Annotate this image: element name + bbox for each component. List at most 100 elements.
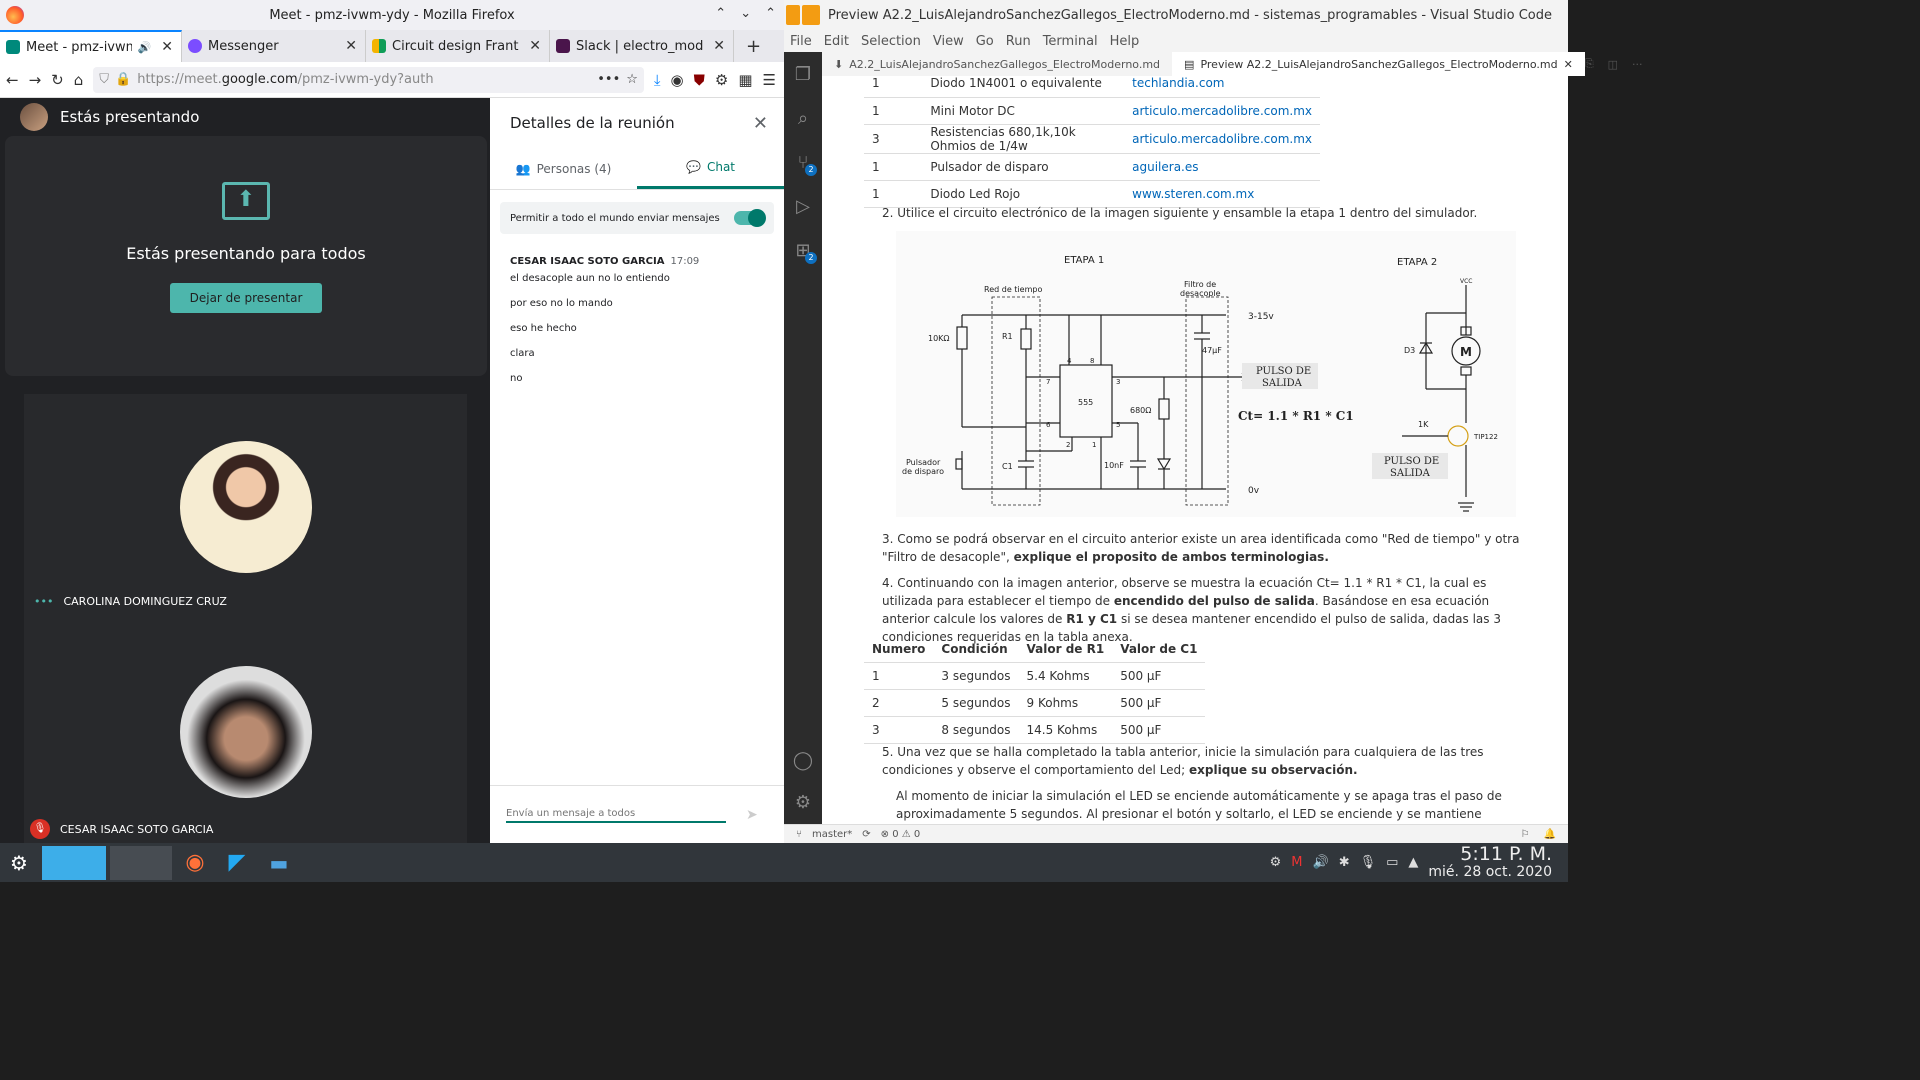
results-table: Numero Condición Valor de R1 Valor de C1… [864, 636, 1206, 744]
tab-preview[interactable]: ▤ Preview A2.2_LuisAlejandroSanchezGalleg… [1172, 52, 1585, 76]
page-actions-icon[interactable]: ••• [597, 72, 620, 87]
window-menu-icon[interactable]: ⌃ [715, 6, 726, 21]
menu-terminal[interactable]: Terminal [1043, 34, 1098, 49]
ublock-icon[interactable]: ⛊ [694, 71, 705, 89]
back-icon[interactable]: ← [6, 71, 19, 89]
display-icon[interactable]: ▭ [1386, 855, 1398, 870]
feedback-icon[interactable]: ⚐ [1521, 829, 1530, 840]
circuit-label-d3: D3 [1404, 346, 1415, 355]
shield-icon[interactable]: ⛉ [99, 72, 109, 87]
answer-paragraph: Al momento de iniciar la simulación el L… [896, 789, 1502, 821]
search-icon[interactable]: ⌕ [784, 96, 822, 140]
lock-icon[interactable]: 🔒 [115, 72, 131, 87]
qty-cell: 3 [864, 124, 923, 154]
microphone-icon[interactable]: 🎙 [1360, 855, 1377, 870]
tab-meet[interactable]: Meet - pmz-ivwm-y 🔊 ✕ [0, 30, 182, 62]
pager-desktop-1[interactable] [42, 845, 106, 880]
chat-message: no [510, 373, 523, 384]
stop-presenting-button[interactable]: Dejar de presentar [169, 283, 323, 313]
mail-tray-icon[interactable]: M [1291, 855, 1302, 870]
step-3-emphasis: explique el proposito de ambos terminolo… [1013, 550, 1329, 564]
close-tab-icon[interactable]: ✕ [1564, 58, 1573, 71]
menu-selection[interactable]: Selection [861, 34, 921, 49]
menu-icon[interactable]: ☰ [763, 71, 776, 89]
volume-icon[interactable]: 🔊 [1313, 855, 1329, 870]
circuit-label-vcc: VCC [1460, 278, 1472, 285]
branch-name[interactable]: master* [812, 829, 852, 840]
vscode-task-icon[interactable]: ◤ [218, 846, 256, 880]
downloads-icon[interactable]: ⤓ [654, 71, 661, 89]
close-tab-icon[interactable]: ✕ [713, 38, 725, 54]
file-manager-task-icon[interactable]: ▬ [260, 846, 298, 880]
menu-edit[interactable]: Edit [824, 34, 849, 49]
account-icon[interactable]: ◯ [784, 738, 822, 782]
account-icon[interactable]: ◉ [671, 71, 684, 89]
link-cell[interactable]: aguilera.es [1124, 153, 1320, 181]
close-icon[interactable]: ✕ [753, 113, 768, 134]
close-tab-icon[interactable]: ✕ [345, 38, 357, 54]
vscode-titlebar: Preview A2.2_LuisAlejandroSanchezGallego… [784, 0, 1568, 30]
reload-icon[interactable]: ↻ [51, 71, 64, 89]
table-cell: 14.5 Kohms [1018, 716, 1113, 744]
home-icon[interactable]: ⌂ [74, 71, 84, 89]
link-cell[interactable]: articulo.mercadolibre.com.mx [1124, 124, 1320, 154]
allow-messages-toggle[interactable] [734, 209, 766, 227]
status-bar: ⑂ master* ⟳ ⊗ 0 ⚠ 0 ⚐ 🔔 [784, 824, 1568, 843]
link-cell[interactable]: www.steren.com.mx [1124, 180, 1320, 208]
minimize-icon[interactable]: ⌄ [740, 6, 751, 21]
sync-icon[interactable]: ⟳ [862, 829, 870, 840]
menu-help[interactable]: Help [1110, 34, 1140, 49]
tab-circuit-design[interactable]: Circuit design Frantic ✕ [366, 30, 550, 62]
url-bar[interactable]: ⛉ 🔒 https://meet.google.com/pmz-ivwm-ydy… [93, 66, 644, 93]
more-dots-icon[interactable]: ••• [34, 595, 53, 608]
menu-bar: File Edit Selection View Go Run Terminal… [784, 30, 1568, 52]
source-control-icon[interactable]: ⑂ 2 [784, 140, 822, 184]
menu-file[interactable]: File [790, 34, 812, 49]
chat-input[interactable] [506, 806, 726, 823]
new-tab-icon[interactable]: + [746, 36, 761, 57]
speaker-icon[interactable]: 🔊 [138, 41, 152, 54]
maximize-icon[interactable]: ⌃ [765, 6, 776, 21]
split-editor-icon[interactable]: ◫ [1608, 58, 1618, 71]
tab-slack[interactable]: Slack | electro_modern ✕ [550, 30, 734, 62]
participant-name-label: CESAR ISAAC SOTO GARCIA [60, 822, 214, 836]
settings-gear-icon[interactable]: ⚙ [784, 780, 822, 824]
send-icon[interactable]: ➤ [746, 807, 758, 823]
explorer-icon[interactable]: ❐ [784, 52, 822, 96]
menu-run[interactable]: Run [1006, 34, 1031, 49]
open-source-icon[interactable]: ⎘ [1585, 57, 1594, 71]
tab-chat[interactable]: 💬 Chat [637, 148, 784, 189]
circuit-label-v0: 0v [1248, 486, 1260, 496]
bookmark-star-icon[interactable]: ☆ [626, 72, 638, 87]
pager-desktop-2[interactable] [110, 845, 172, 880]
vscode-window: Preview A2.2_LuisAlejandroSanchezGallego… [784, 0, 1643, 843]
settings-tray-icon[interactable]: ⚙ [1270, 855, 1282, 870]
close-tab-icon[interactable]: ✕ [529, 38, 541, 54]
extensions-icon[interactable]: ⊞ 2 [784, 228, 822, 272]
expand-tray-icon[interactable]: ▲ [1408, 855, 1418, 870]
link-cell[interactable]: articulo.mercadolibre.com.mx [1124, 97, 1320, 125]
notifications-bell-icon[interactable]: 🔔 [1544, 829, 1556, 840]
circuit-label-disparo: de disparo [902, 467, 944, 476]
circuit-label-v315: 3-15v [1248, 312, 1274, 322]
forward-icon[interactable]: → [29, 71, 42, 89]
tab-people[interactable]: 👥 Personas (4) [490, 148, 637, 189]
run-debug-icon[interactable]: ▷ [784, 184, 822, 228]
menu-view[interactable]: View [933, 34, 964, 49]
app-launcher-icon[interactable]: ⚙ [0, 846, 38, 880]
firefox-task-icon[interactable]: ◉ [176, 846, 214, 880]
close-tab-icon[interactable]: ✕ [161, 39, 173, 55]
tab-chat-label: Chat [706, 160, 735, 174]
preview-icon: ▤ [1184, 57, 1195, 71]
link-cell[interactable]: techlandia.com [1124, 76, 1320, 98]
tab-markdown-source[interactable]: ⬇ A2.2_LuisAlejandroSanchezGallegos_Elect… [822, 52, 1172, 76]
branch-icon[interactable]: ⑂ [796, 829, 802, 840]
bluetooth-icon[interactable]: ✱ [1339, 855, 1350, 870]
clock[interactable]: 5:11 P. M. mié. 28 oct. 2020 [1428, 844, 1552, 881]
extension-icon[interactable]: ⚙ [715, 71, 728, 89]
tab-messenger[interactable]: Messenger ✕ [182, 30, 366, 62]
menu-go[interactable]: Go [976, 34, 994, 49]
more-actions-icon[interactable]: ··· [1632, 58, 1643, 71]
problems-count[interactable]: ⊗ 0 ⚠ 0 [881, 829, 921, 840]
extensions-grid-icon[interactable]: ▦ [738, 71, 752, 89]
